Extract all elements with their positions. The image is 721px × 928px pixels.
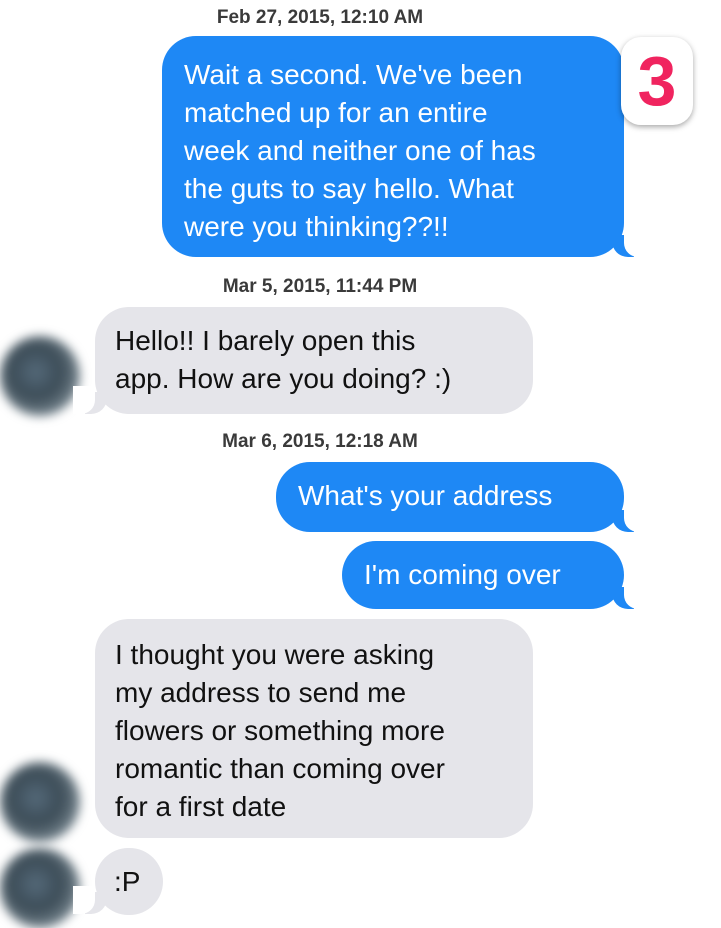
message-line: flowers or something more	[115, 715, 445, 746]
contact-avatar[interactable]	[0, 762, 80, 842]
bubble-tail	[73, 886, 107, 914]
message-line: week and neither one of has	[184, 135, 536, 166]
contact-avatar[interactable]	[0, 336, 80, 416]
message-line: I'm coming over	[364, 559, 561, 590]
message-line: Wait a second. We've been	[184, 59, 523, 90]
message-line: :P	[114, 866, 141, 897]
message-line: romantic than coming over	[115, 753, 445, 784]
message-line: my address to send me	[115, 677, 407, 708]
bubble-tail	[612, 581, 646, 609]
timestamp: Feb 27, 2015, 12:10 AM	[216, 7, 424, 28]
bubble-tail	[73, 386, 107, 414]
message-line: app. How are you doing? :)	[115, 363, 452, 394]
incoming-message-bubble[interactable]: I thought you were asking my address to …	[95, 619, 533, 838]
bubble-tail	[612, 229, 646, 257]
timestamp: Mar 5, 2015, 11:44 PM	[222, 276, 418, 297]
outgoing-message-bubble[interactable]: I'm coming over	[342, 541, 624, 609]
message-line: matched up for an entire	[184, 97, 488, 128]
bubble-tail	[612, 504, 646, 532]
message-line: for a first date	[115, 791, 287, 822]
incoming-message-bubble[interactable]: Hello!! I barely open this app. How are …	[95, 307, 533, 414]
message-line: were you thinking??!!	[184, 211, 449, 242]
notification-badge: 3	[621, 37, 693, 125]
outgoing-message-bubble[interactable]: Wait a second. We've been matched up for…	[162, 36, 624, 257]
timestamp: Mar 6, 2015, 12:18 AM	[222, 431, 418, 452]
contact-avatar[interactable]	[0, 848, 80, 928]
outgoing-message-bubble[interactable]: What's your address	[276, 462, 624, 532]
message-line: Hello!! I barely open this	[115, 325, 416, 356]
message-line: the guts to say hello. What	[184, 173, 514, 204]
message-line: I thought you were asking	[115, 639, 435, 670]
message-line: What's your address	[298, 480, 553, 511]
